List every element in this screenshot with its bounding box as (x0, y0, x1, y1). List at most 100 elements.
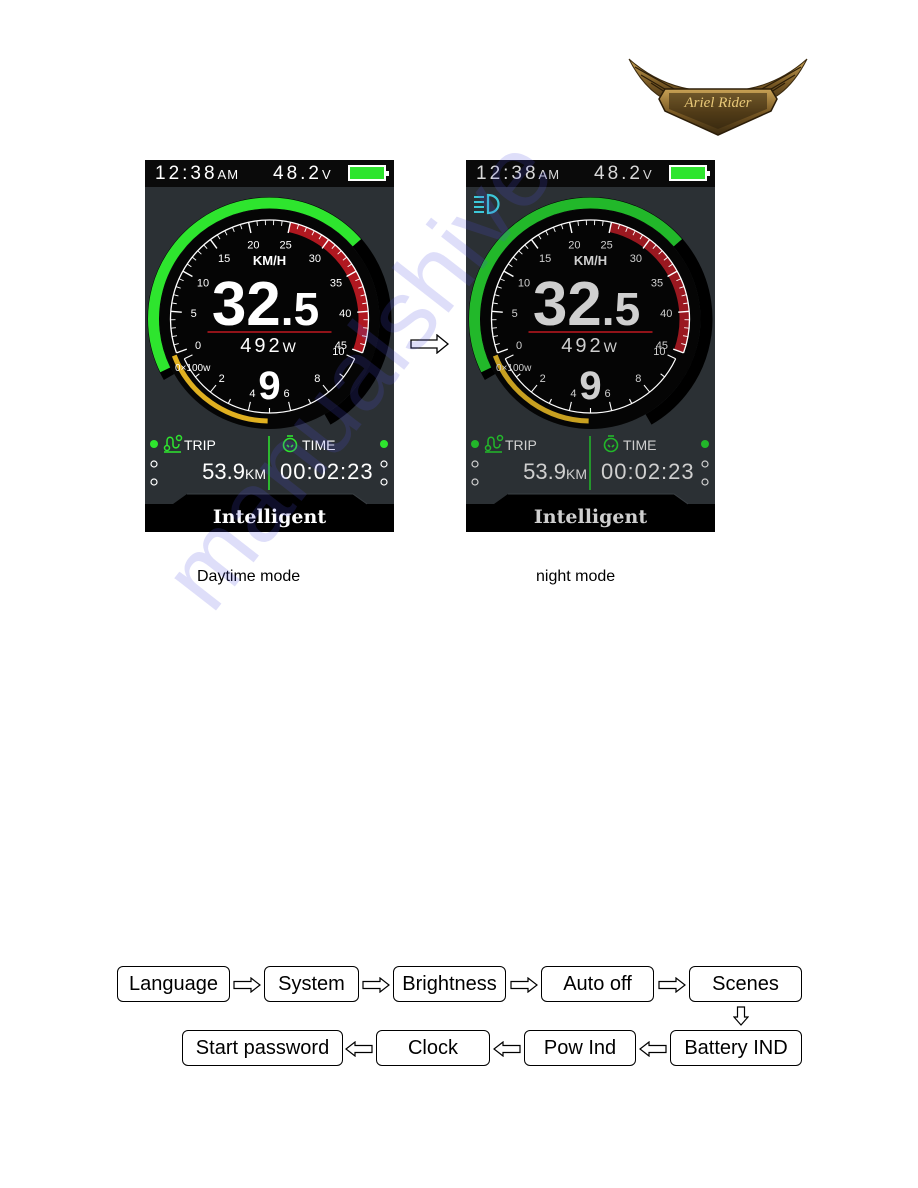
speedometer: 05101520 2530354045KM/H32.5492W24 68100×10… (147, 197, 392, 429)
flow-arrow-left-icon (345, 1041, 373, 1057)
flow-step-auto-off: Auto off (541, 966, 654, 1002)
speed-tick-label: 15 (218, 253, 230, 265)
power-tick-label: 2 (540, 373, 546, 385)
power-tick-label: 8 (314, 373, 320, 385)
trip-label: TRIP (184, 437, 216, 453)
trip-value: 53.9 (202, 459, 245, 484)
trip-icon (163, 434, 183, 453)
page-indicator (380, 478, 388, 486)
stopwatch-icon (603, 435, 619, 453)
mode-name: Intelligent (213, 506, 326, 528)
power-unit: W (604, 339, 620, 355)
speed-tick-label: 25 (279, 240, 291, 252)
voltage: 48.2V (273, 163, 332, 185)
speed-tick (256, 220, 258, 226)
power-scale-label: 0×100w (496, 363, 532, 374)
flow-arrow-right-icon (658, 977, 686, 993)
flow-step-language: Language (117, 966, 230, 1002)
voltage-value: 48.2 (594, 163, 643, 184)
speed-decimal: .5 (281, 283, 319, 335)
time-label: TIME (623, 437, 657, 453)
flow-arrow-left-icon (639, 1041, 667, 1057)
voltage-unit: V (642, 167, 653, 182)
flow-arrow-right-icon (233, 977, 261, 993)
power-tick-label: 4 (570, 388, 576, 400)
speed-tick-label: 20 (568, 240, 580, 252)
trip-distance: 53.9KM (202, 459, 266, 485)
status-bar: 12:38AM 48.2V (145, 160, 394, 187)
assist-level: 9 (579, 364, 601, 408)
battery-icon (669, 165, 710, 181)
speed-tick-label: 10 (197, 277, 209, 289)
trip-label: TRIP (505, 437, 537, 453)
flow-arrow-right-icon (510, 977, 538, 993)
mode-name: Intelligent (534, 506, 647, 528)
page-indicator (701, 460, 709, 468)
hollow-right-arrow-icon (410, 334, 450, 354)
page-indicator (150, 478, 158, 486)
power-value: 492 (240, 335, 282, 357)
clock: 12:38AM (476, 163, 560, 185)
speed-tick-label: 35 (330, 277, 342, 289)
trip-icon (484, 434, 504, 453)
power-tick-label: 2 (219, 373, 225, 385)
brand-logo: Ariel Rider (628, 58, 808, 136)
caption-night: night mode (536, 568, 616, 585)
time-label: TIME (302, 437, 336, 453)
power-readout: 492W (240, 335, 299, 357)
clock: 12:38AM (155, 163, 239, 185)
trip-unit: KM (566, 466, 587, 482)
page-indicator-active (701, 440, 709, 448)
voltage-unit: V (321, 167, 332, 182)
speed-tick-label: 15 (539, 253, 551, 265)
voltage: 48.2V (594, 163, 653, 185)
clock-time: 12:38 (155, 163, 218, 184)
power-tick-label: 6 (284, 388, 290, 400)
speed-tick-label: 40 (339, 308, 351, 320)
mode-banner: Intelligent (466, 493, 715, 532)
speedometer: 05101520 2530354045KM/H32.5492W24 68100×10… (468, 197, 713, 429)
clock-time: 12:38 (476, 163, 539, 184)
power-tick-label: 6 (605, 388, 611, 400)
page-indicator-active (471, 440, 479, 448)
status-bar: 12:38AM 48.2V (466, 160, 715, 187)
flow-step-system: System (264, 966, 359, 1002)
trip-unit: KM (245, 466, 266, 482)
voltage-value: 48.2 (273, 163, 322, 184)
ride-time: 00:02:23 (280, 459, 374, 484)
speed-tick (678, 310, 690, 313)
speed-tick-label: 5 (512, 308, 518, 320)
speed-tick-label: 20 (247, 240, 259, 252)
speed-tick-label: 30 (309, 253, 321, 265)
speed-tick-label: 40 (660, 308, 672, 320)
speed-tick-label: 10 (518, 277, 530, 289)
page-indicator (471, 460, 479, 468)
flow-step-pow-ind: Pow Ind (524, 1030, 636, 1066)
flow-arrow-left-icon (493, 1041, 521, 1057)
speed-tick (170, 310, 182, 313)
flow-step-battery-ind: Battery IND (670, 1030, 802, 1066)
mode-banner: Intelligent (145, 493, 394, 532)
page-indicator (380, 460, 388, 468)
clock-suffix: AM (217, 167, 240, 182)
speed-unit: KM/H (253, 253, 286, 268)
page-indicator (701, 478, 709, 486)
speed-integer: 32 (533, 270, 602, 339)
assist-level: 9 (258, 364, 280, 408)
speed-tick-label: 0 (516, 340, 522, 352)
trip-value: 53.9 (523, 459, 566, 484)
logo-text: Ariel Rider (683, 95, 751, 111)
power-tick-label: 10 (653, 346, 665, 358)
speed-tick (491, 310, 503, 313)
speed-tick-label: 30 (630, 253, 642, 265)
power-tick-label: 10 (332, 346, 344, 358)
page-indicator (150, 460, 158, 468)
flow-arrow-down-icon (733, 1006, 749, 1026)
flow-step-start-password: Start password (182, 1030, 343, 1066)
power-tick-label: 8 (635, 373, 641, 385)
speed-tick (281, 220, 283, 226)
speed-tick (577, 220, 579, 226)
flow-step-brightness: Brightness (393, 966, 506, 1002)
flow-step-scenes: Scenes (689, 966, 802, 1002)
flow-step-clock: Clock (376, 1030, 490, 1066)
